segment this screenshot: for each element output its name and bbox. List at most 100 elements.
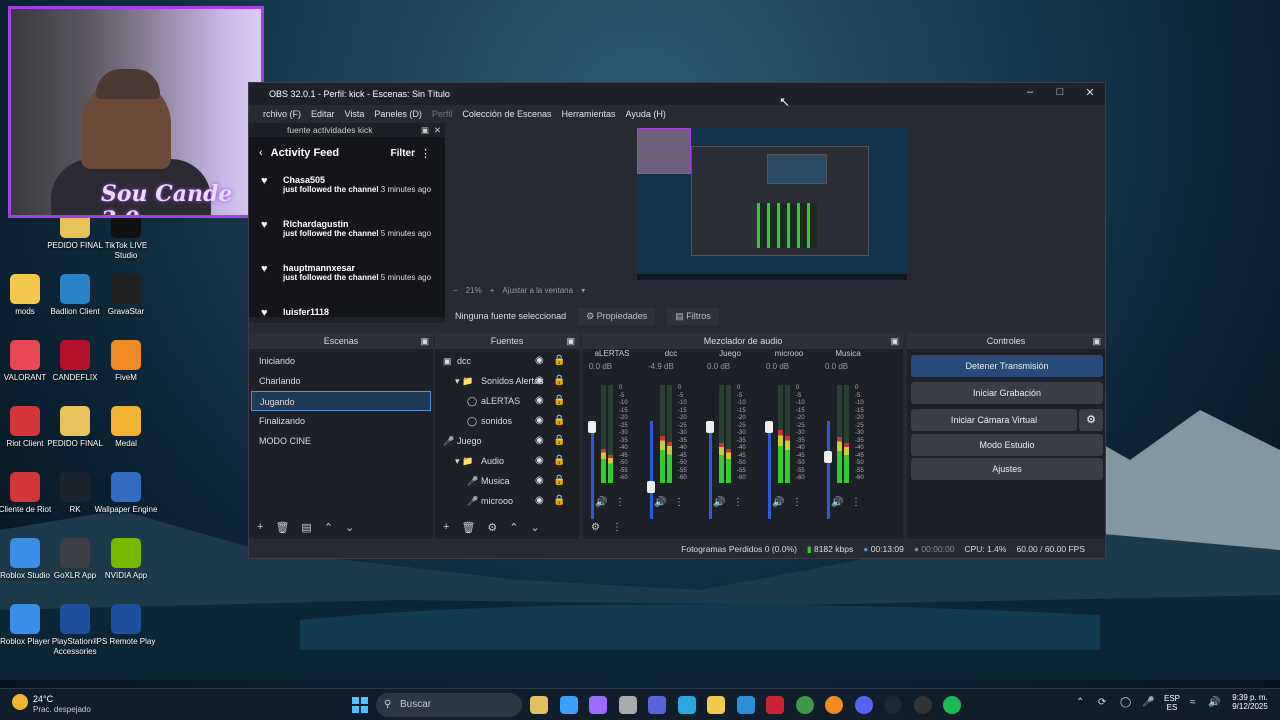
menu-item[interactable]: Editar: [311, 109, 335, 119]
chevron-left-icon[interactable]: ‹: [259, 147, 263, 159]
float-icon[interactable]: ▣: [421, 123, 429, 137]
teams-icon[interactable]: [648, 696, 666, 714]
speaker-icon[interactable]: 🔊: [831, 497, 843, 508]
menu-item[interactable]: rchivo (F): [263, 109, 301, 119]
weather-icon[interactable]: [12, 694, 28, 710]
move-up-icon[interactable]: ⌃: [509, 521, 518, 534]
scene-item[interactable]: Finalizando: [251, 411, 431, 431]
remove-source-icon[interactable]: 🗑: [461, 521, 475, 534]
studio-mode-button[interactable]: Modo Estudio: [911, 434, 1103, 456]
scene-item[interactable]: Charlando: [251, 371, 431, 391]
eye-icon[interactable]: ◉: [535, 371, 544, 391]
volume-slider[interactable]: [765, 421, 773, 519]
spotify-icon[interactable]: [943, 696, 961, 714]
channel-more-icon[interactable]: ⋮: [792, 497, 802, 508]
source-item[interactable]: ▣ dcc ◉ 🔒: [435, 351, 579, 371]
edge-icon[interactable]: [736, 696, 755, 714]
volume-knob[interactable]: [647, 481, 655, 493]
speaker-icon[interactable]: 🔊: [595, 497, 607, 508]
start-virtual-camera-button[interactable]: Iniciar Cámara Virtual: [911, 409, 1077, 431]
zoom-dropdown-icon[interactable]: ▾: [581, 286, 585, 295]
lock-icon[interactable]: 🔒: [553, 411, 565, 431]
desktop-icon[interactable]: GravaStar: [93, 274, 159, 317]
volume-slider[interactable]: [824, 421, 832, 519]
channel-more-icon[interactable]: ⋮: [851, 497, 861, 508]
source-settings-icon[interactable]: ⚙: [487, 521, 497, 534]
source-item[interactable]: 🎤 microoo ◉ 🔒: [435, 491, 579, 511]
minimize-button[interactable]: –: [1015, 86, 1045, 102]
folder-icon[interactable]: [707, 696, 725, 714]
eye-icon[interactable]: ◉: [535, 411, 544, 431]
desktop-icon[interactable]: Wallpaper Engine: [93, 472, 159, 515]
start-recording-button[interactable]: Iniciar Grabación: [911, 382, 1103, 404]
channel-more-icon[interactable]: ⋮: [674, 497, 684, 508]
obs-titlebar[interactable]: OBS 32.0.1 - Perfil: kick - Escenas: Sin…: [249, 83, 1105, 105]
mic-icon[interactable]: 🎤: [1142, 697, 1154, 708]
menu-item[interactable]: Herramientas: [561, 109, 615, 119]
steam-icon[interactable]: [884, 696, 902, 714]
file-explorer-icon[interactable]: [589, 696, 607, 714]
volume-knob[interactable]: [824, 451, 832, 463]
source-item[interactable]: ▾ 📁 Sonidos Alertas ◉ 🔒: [435, 371, 579, 391]
opera-icon[interactable]: [766, 696, 784, 714]
close-dock-icon[interactable]: ✕: [434, 123, 441, 137]
speaker-icon[interactable]: 🔊: [654, 497, 666, 508]
source-item[interactable]: 🎤 Juego ◉ 🔒: [435, 431, 579, 451]
move-down-icon[interactable]: ⌄: [345, 521, 354, 534]
copilot-icon[interactable]: [559, 696, 578, 714]
eye-icon[interactable]: ◉: [535, 351, 544, 371]
volume-knob[interactable]: [588, 421, 596, 433]
eye-icon[interactable]: ◉: [535, 451, 544, 471]
globe-icon[interactable]: ◯: [1120, 697, 1131, 708]
speaker-icon[interactable]: 🔊: [772, 497, 784, 508]
zoom-out-button[interactable]: −: [453, 286, 458, 295]
scene-item[interactable]: MODO CINE: [251, 431, 431, 451]
source-item[interactable]: ◯ sonidos ◉ 🔒: [435, 411, 579, 431]
volume-knob[interactable]: [765, 421, 773, 433]
desktop-icon[interactable]: FiveM: [93, 340, 159, 383]
weather-desc[interactable]: Prac. despejado: [33, 705, 91, 714]
move-up-icon[interactable]: ⌃: [324, 521, 333, 534]
add-scene-icon[interactable]: +: [257, 521, 263, 533]
dock-float-icon[interactable]: ▣: [1092, 333, 1101, 349]
fit-window-button[interactable]: Ajustar a la ventana: [502, 286, 573, 295]
clock[interactable]: 9:39 p. m. 9/12/2025: [1226, 693, 1274, 711]
more-icon[interactable]: ⋮: [420, 147, 431, 160]
search-box[interactable]: ⚲ Buscar: [376, 693, 522, 717]
mixer-more-icon[interactable]: ⋮: [612, 522, 622, 533]
maximize-button[interactable]: □: [1045, 86, 1075, 102]
eye-icon[interactable]: ◉: [535, 491, 544, 511]
speaker-icon[interactable]: 🔊: [713, 497, 725, 508]
lock-icon[interactable]: 🔒: [553, 471, 565, 491]
source-item[interactable]: 🎤 Musica ◉ 🔒: [435, 471, 579, 491]
volume-icon[interactable]: 🔊: [1208, 697, 1220, 708]
menu-item[interactable]: Vista: [345, 109, 365, 119]
menu-item[interactable]: Perfil: [432, 109, 453, 119]
scene-item[interactable]: Iniciando: [251, 351, 431, 371]
preview-canvas[interactable]: [637, 128, 907, 280]
sync-icon[interactable]: ⟳: [1098, 697, 1106, 708]
widget-icon[interactable]: [530, 696, 548, 714]
lock-icon[interactable]: 🔒: [553, 391, 565, 411]
desktop-icon[interactable]: Medal: [93, 406, 159, 449]
terminal-icon[interactable]: [618, 696, 637, 714]
chrome-icon[interactable]: [795, 696, 814, 714]
weather-temp[interactable]: 24°C: [33, 694, 53, 704]
properties-button[interactable]: ⚙ Propiedades: [578, 307, 656, 325]
lock-icon[interactable]: 🔒: [553, 371, 565, 391]
volume-slider[interactable]: [706, 421, 714, 519]
language-indicator[interactable]: ESP ES: [1164, 694, 1180, 712]
eye-icon[interactable]: ◉: [535, 471, 544, 491]
filter-button[interactable]: Filter: [391, 148, 415, 159]
eye-icon[interactable]: ◉: [535, 391, 544, 411]
filters-button[interactable]: ▤ Filtros: [667, 307, 719, 325]
lock-icon[interactable]: 🔒: [553, 431, 565, 451]
volume-slider[interactable]: [588, 421, 596, 519]
close-button[interactable]: ✕: [1075, 86, 1105, 102]
stop-stream-button[interactable]: Detener Transmisión: [911, 355, 1103, 377]
add-source-icon[interactable]: +: [443, 521, 449, 533]
start-icon[interactable]: [352, 697, 368, 713]
scene-item[interactable]: Jugando: [251, 391, 431, 411]
wifi-icon[interactable]: ≈: [1190, 697, 1196, 708]
dock-float-icon[interactable]: ▣: [420, 333, 429, 349]
